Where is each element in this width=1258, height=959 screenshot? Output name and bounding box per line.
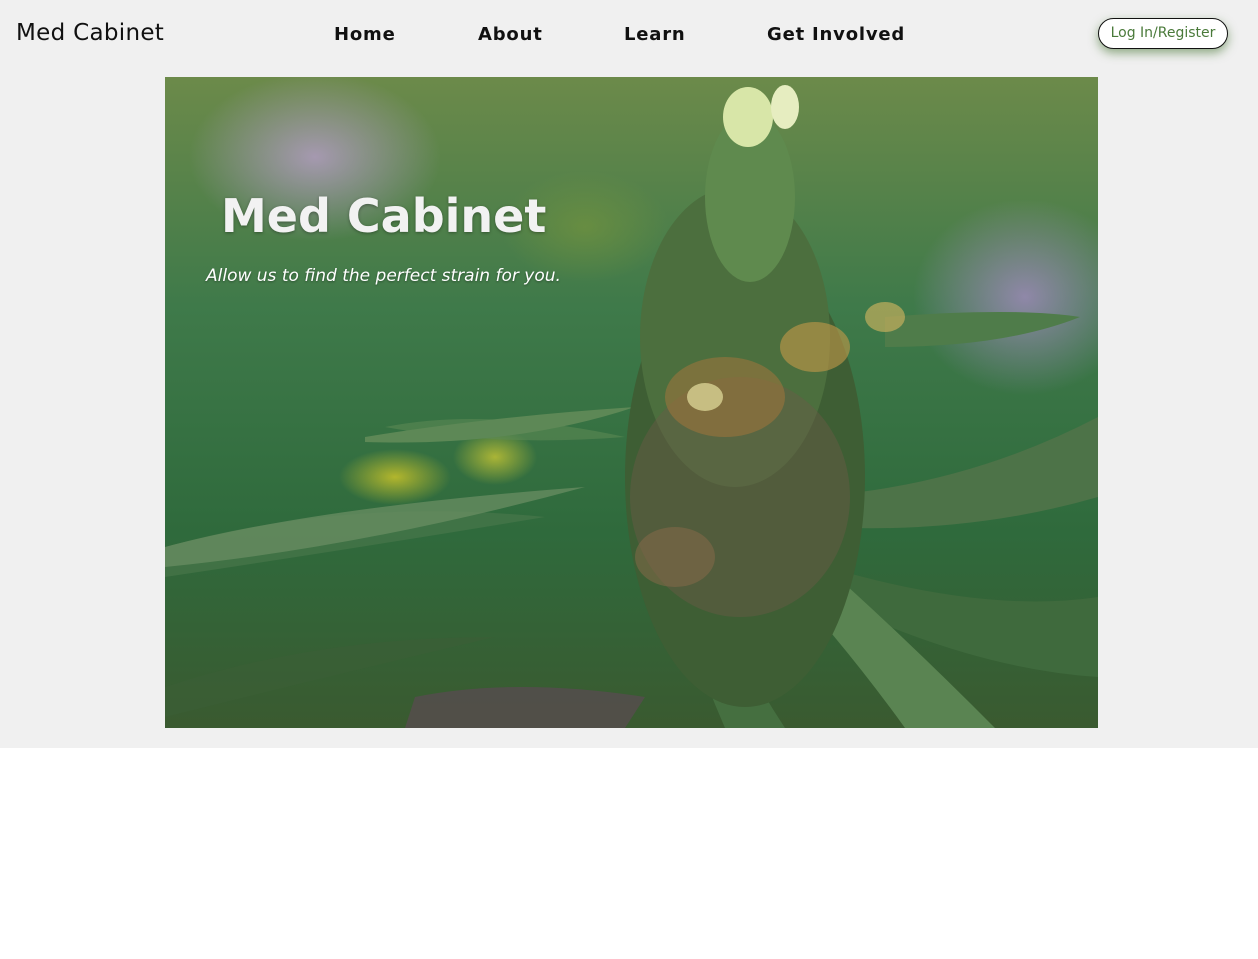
brand-logo-text[interactable]: Med Cabinet (16, 20, 164, 46)
login-register-button[interactable]: Log In/Register (1098, 18, 1228, 49)
nav-link-learn[interactable]: Learn (624, 24, 686, 45)
nav-link-get-involved[interactable]: Get Involved (767, 24, 905, 45)
hero-subtitle: Allow us to find the perfect strain for … (206, 266, 561, 286)
hero-banner: Med Cabinet Allow us to find the perfect… (165, 77, 1098, 728)
nav-link-about[interactable]: About (478, 24, 543, 45)
hero-title: Med Cabinet (221, 189, 547, 243)
hero-plant-image (165, 85, 1098, 728)
nav-link-home[interactable]: Home (334, 24, 396, 45)
